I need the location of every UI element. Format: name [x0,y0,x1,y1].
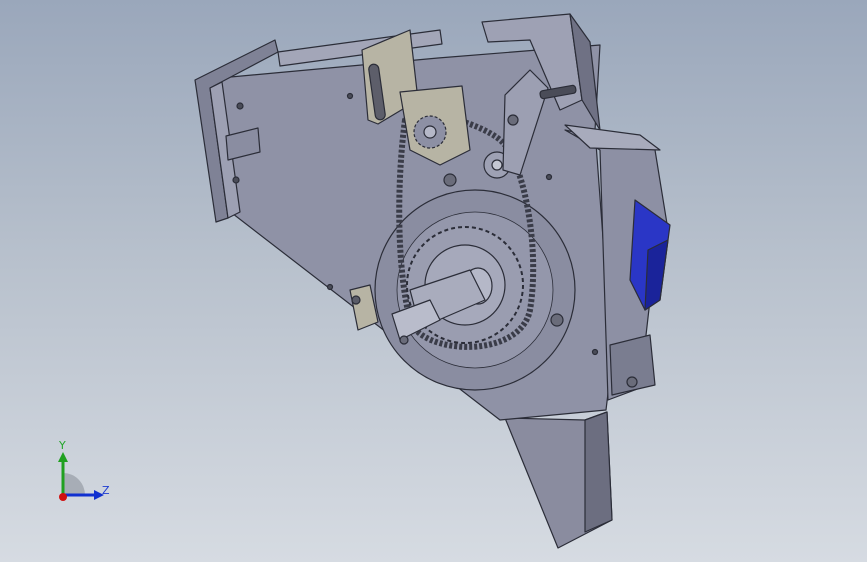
idler-roller-hub [491,159,503,171]
axis-triad-graphic [58,452,104,501]
hole [346,92,354,100]
hole [591,348,599,356]
hole [236,102,244,110]
axis-y-arrowhead [58,452,68,462]
blue-motor-shade [644,239,669,311]
axis-z-label: Z [102,484,110,497]
small-sprocket-hub [423,125,437,139]
axis-y-label: Y [59,439,66,452]
bolt [443,173,457,187]
latch-pin [351,295,361,305]
bolt [550,313,564,327]
graphics-viewport[interactable]: Y Z [0,0,867,562]
axis-triad: Y Z [40,439,120,510]
bolt [399,335,409,345]
discharge-chute-side [584,411,613,533]
triad-plane-shade [63,473,85,495]
3d-model-view[interactable] [0,0,867,562]
gearbox-assembly[interactable] [194,13,671,549]
hole [545,173,553,181]
axis-x-dot [59,493,67,501]
hole [326,283,334,291]
bolt [626,376,638,388]
hole [232,176,240,184]
bolt [507,114,519,126]
